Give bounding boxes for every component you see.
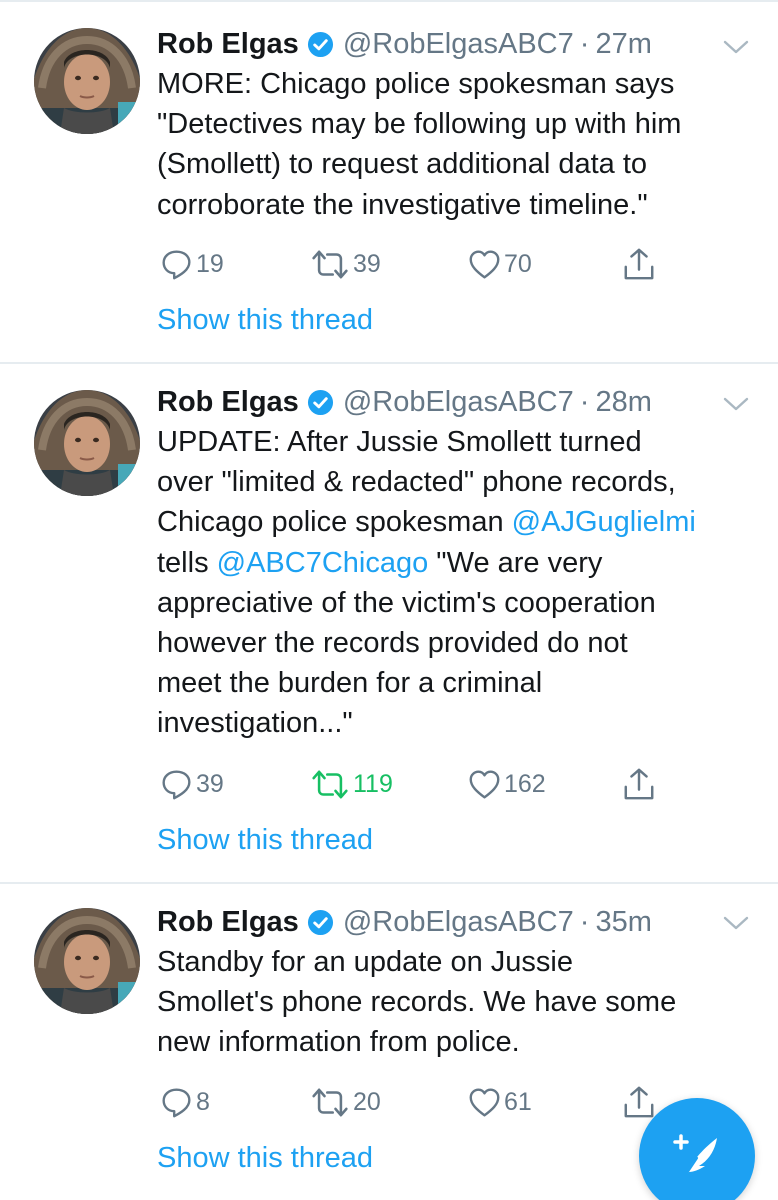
tweet-timestamp[interactable]: 27m [595,24,651,64]
reply-icon [160,768,193,801]
retweet-count: 39 [353,249,381,278]
author-name[interactable]: Rob Elgas [157,382,299,422]
tweet-actions: 39 119 162 [0,764,778,804]
chevron-down-icon[interactable] [722,38,750,56]
chevron-down-icon[interactable] [722,914,750,932]
share-icon [622,1085,656,1119]
show-thread-link[interactable]: Show this thread [157,820,373,860]
tweet-text-line: however the records provided do not [157,627,628,660]
retweet-icon [310,1086,350,1119]
tweet-text-segment: "We are very [428,546,603,579]
retweet-icon [310,768,350,801]
tweet-header: Rob Elgas @RobElgasABC7 · 27m [157,24,652,64]
share-icon [622,247,656,281]
tweet-text-line: investigation..." [157,707,353,740]
tweet-timeline: Rob Elgas @RobElgasABC7 · 27m MORE: Chic… [0,0,778,1200]
show-thread-link[interactable]: Show this thread [157,300,373,340]
tweet-text-line: appreciative of the victim's cooperation [157,586,656,619]
tweet-text-line: corroborate the investigative timeline." [157,188,648,221]
verified-badge-icon [307,389,334,416]
retweet-button[interactable]: 119 [310,764,393,804]
tweet-text-segment: Chicago police spokesman [157,506,512,539]
tweet-text-line: Chicago police spokesman @AJGuglielmi [157,502,757,542]
author-handle[interactable]: @RobElgasABC7 [343,382,574,422]
verified-badge-icon [307,31,334,58]
reply-button[interactable]: 8 [160,1082,210,1122]
author-handle[interactable]: @RobElgasABC7 [343,24,574,64]
retweet-button[interactable]: 39 [310,244,381,284]
mention-link[interactable]: @AJGuglielmi [512,506,696,538]
author-handle[interactable]: @RobElgasABC7 [343,902,574,942]
like-button[interactable]: 70 [468,244,532,284]
tweet-text-line: "Detectives may be following up with him [157,108,682,141]
tweet-text-line: meet the burden for a criminal [157,667,543,700]
reply-icon [160,1086,193,1119]
author-name[interactable]: Rob Elgas [157,24,299,64]
share-button[interactable] [622,1082,656,1122]
tweet[interactable]: Rob Elgas @RobElgasABC7 · 27m MORE: Chic… [0,2,778,364]
tweet-text: UPDATE: After Jussie Smollett turned ove… [157,422,757,744]
like-button[interactable]: 61 [468,1082,532,1122]
retweet-count: 119 [353,769,393,798]
tweet-timestamp[interactable]: 28m [595,382,651,422]
retweet-icon [310,248,350,281]
reply-icon [160,248,193,281]
tweet-text-line: new information from police. [157,1026,520,1059]
separator-dot: · [579,386,590,418]
tweet-actions: 19 39 70 [0,244,778,284]
retweet-button[interactable]: 20 [310,1082,381,1122]
avatar[interactable] [34,390,140,496]
tweet-header: Rob Elgas @RobElgasABC7 · 35m [157,902,652,942]
tweet-text: MORE: Chicago police spokesman says "Det… [157,64,757,225]
author-name[interactable]: Rob Elgas [157,902,299,942]
tweet-text-line: UPDATE: After Jussie Smollett turned [157,426,642,458]
heart-icon [468,1086,501,1119]
reply-count: 39 [196,769,224,798]
reply-count: 19 [196,249,224,278]
chevron-down-icon[interactable] [722,395,750,413]
like-count: 61 [504,1087,532,1116]
mention-link[interactable]: @ABC7Chicago [217,547,429,579]
heart-icon [468,768,501,801]
tweet-text-line: MORE: Chicago police spokesman says [157,68,675,100]
avatar[interactable] [34,908,140,1014]
compose-tweet-icon [673,1134,717,1178]
like-count: 162 [504,769,546,798]
share-button[interactable] [622,244,656,284]
tweet-text-segment: tells [157,546,217,579]
verified-badge-icon [307,909,334,936]
reply-button[interactable]: 19 [160,244,224,284]
tweet-text: Standby for an update on Jussie Smollet'… [157,942,757,1063]
separator-dot: · [579,28,590,60]
avatar[interactable] [34,28,140,134]
heart-icon [468,248,501,281]
reply-button[interactable]: 39 [160,764,224,804]
tweet-text-line: tells @ABC7Chicago "We are very [157,543,757,583]
share-button[interactable] [622,764,656,804]
tweet-text-line: Standby for an update on Jussie [157,946,573,978]
show-thread-link[interactable]: Show this thread [157,1138,373,1178]
tweet-text-line: (Smollett) to request additional data to [157,148,648,181]
tweet-header: Rob Elgas @RobElgasABC7 · 28m [157,382,652,422]
retweet-count: 20 [353,1087,381,1116]
tweet-text-line: Smollet's phone records. We have some [157,986,677,1019]
reply-count: 8 [196,1087,210,1116]
share-icon [622,767,656,801]
tweet-timestamp[interactable]: 35m [595,902,651,942]
like-button[interactable]: 162 [468,764,546,804]
like-count: 70 [504,249,532,278]
tweet[interactable]: Rob Elgas @RobElgasABC7 · 28m UPDATE: Af… [0,364,778,884]
separator-dot: · [579,906,590,938]
tweet-text-line: over "limited & redacted" phone records, [157,466,676,499]
